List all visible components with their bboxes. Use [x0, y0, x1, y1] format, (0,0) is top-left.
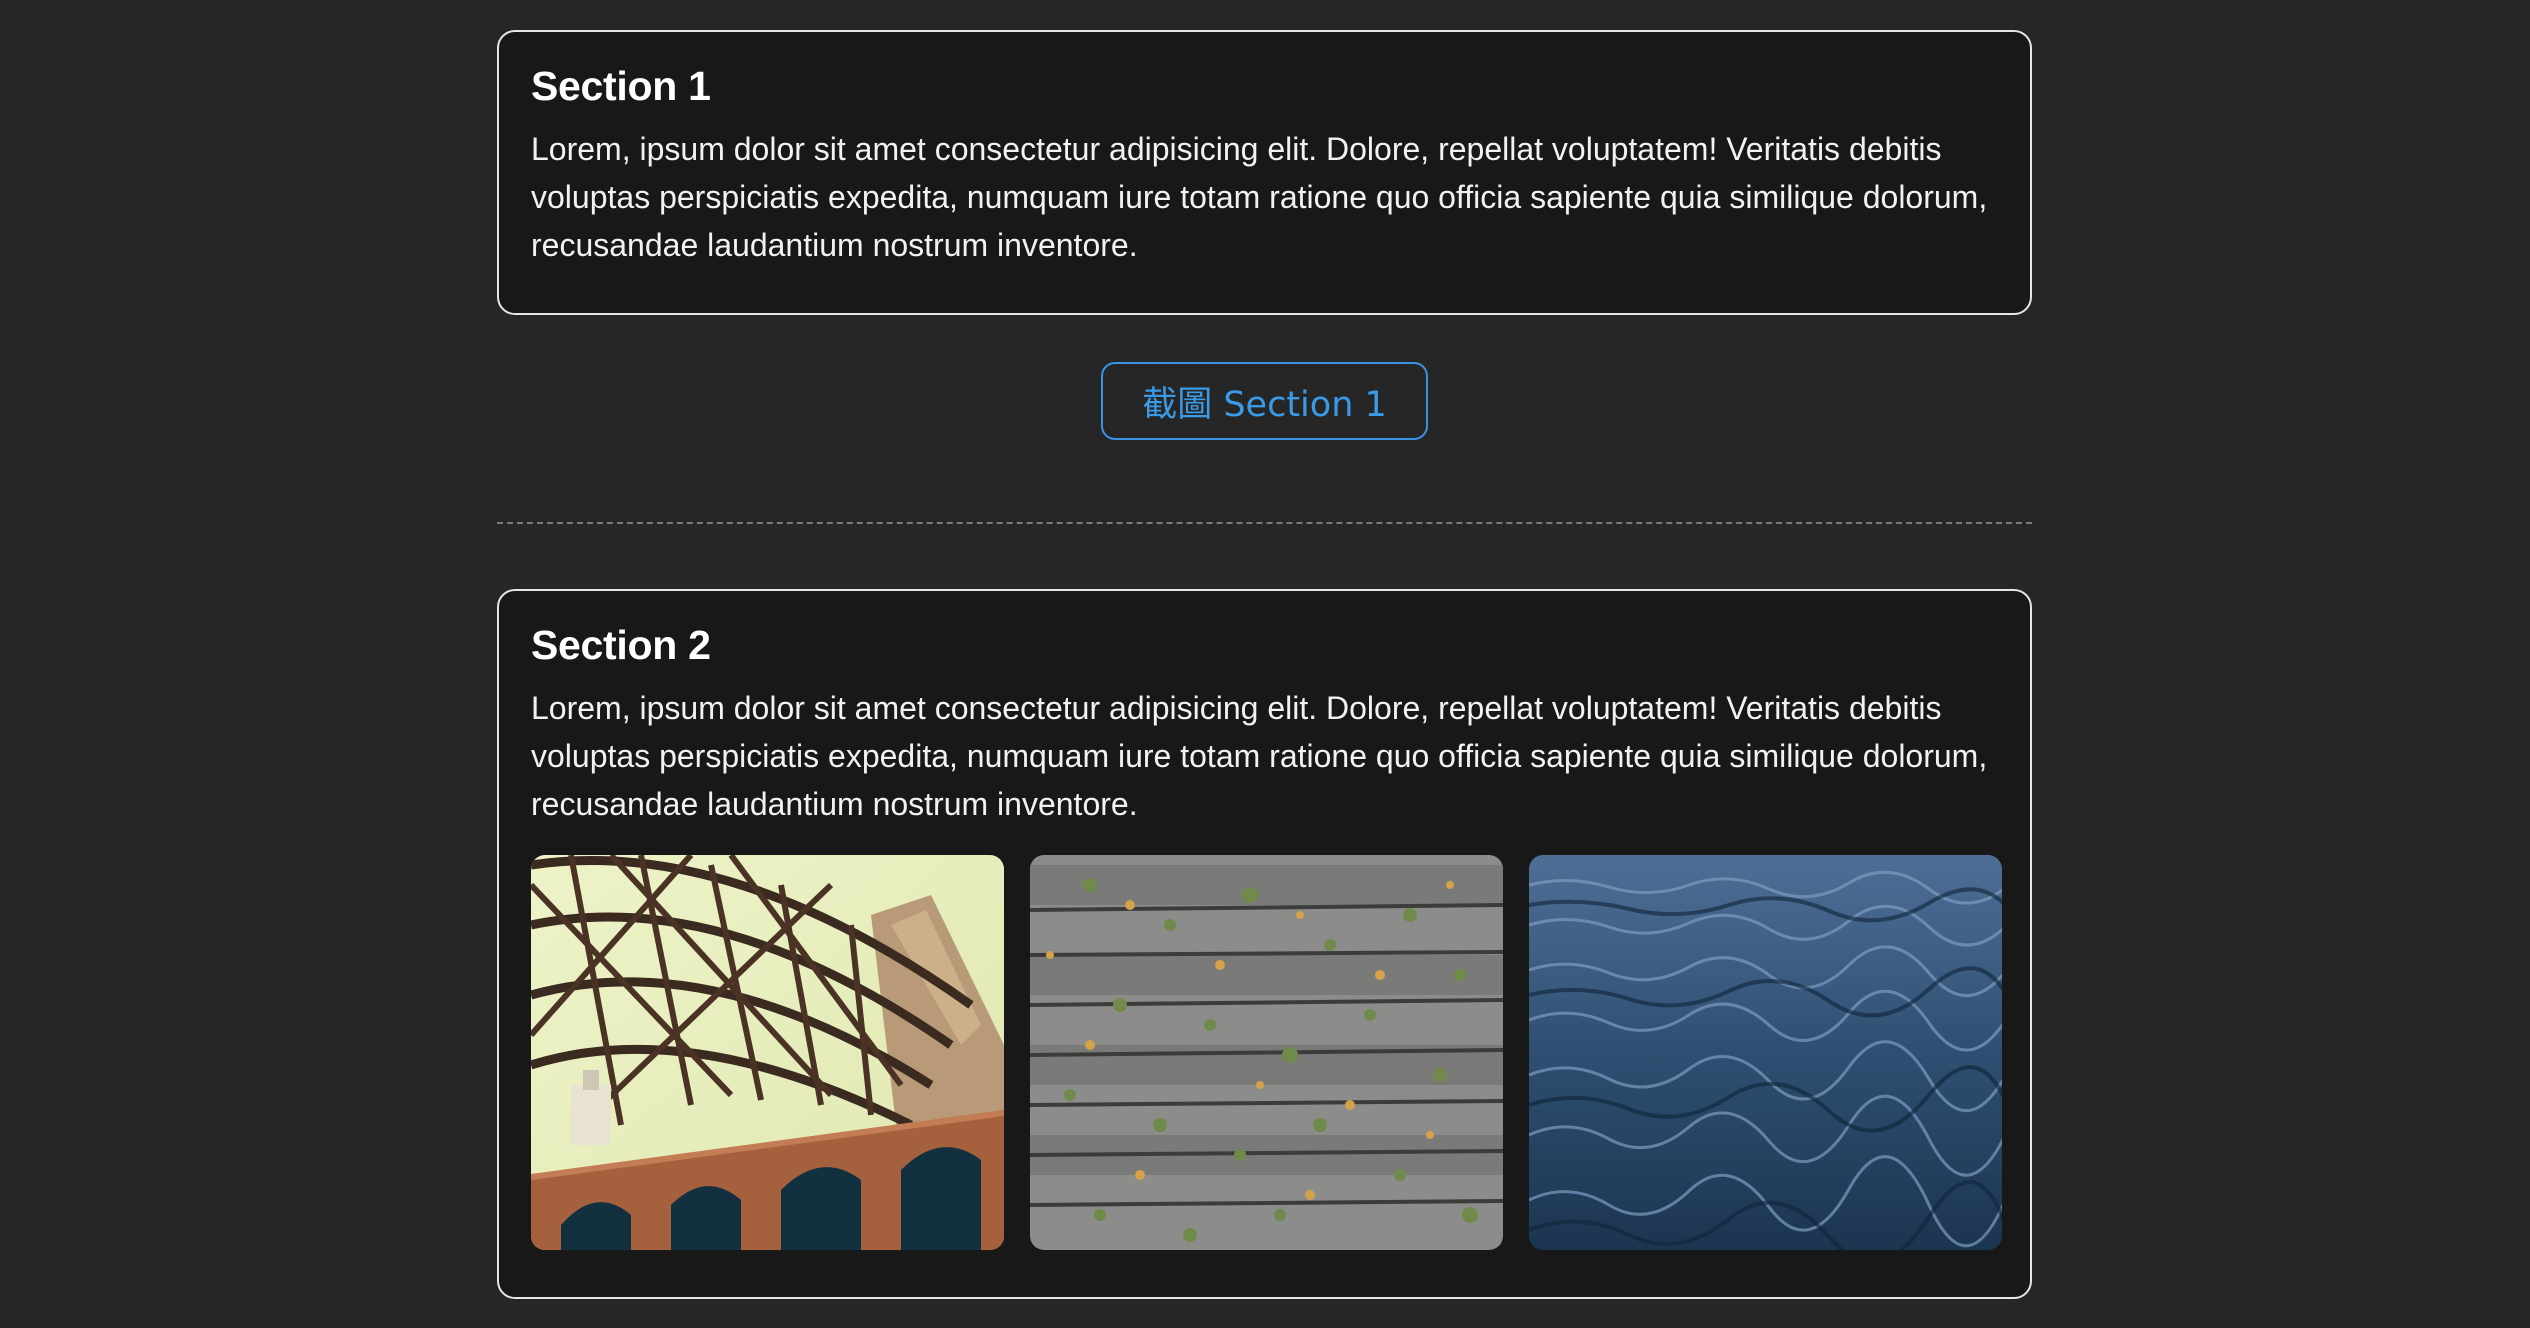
section-2-card: Section 2 Lorem, ipsum dolor sit amet co… [497, 589, 2032, 1299]
section-divider [497, 522, 2032, 524]
bridge-image [531, 855, 1004, 1250]
section-1-title: Section 1 [531, 63, 711, 109]
section-1-card: Section 1 Lorem, ipsum dolor sit amet co… [497, 30, 2032, 315]
section-2-body: Lorem, ipsum dolor sit amet consectetur … [531, 690, 1988, 823]
section-2-title: Section 2 [531, 622, 711, 668]
image-gallery [531, 855, 2002, 1250]
section-1-body: Lorem, ipsum dolor sit amet consectetur … [531, 131, 1988, 264]
ocean-water-image [1529, 855, 2002, 1250]
capture-section-1-button[interactable]: 截圖 Section 1 [1101, 362, 1428, 440]
wooden-deck-image [1030, 855, 1503, 1250]
